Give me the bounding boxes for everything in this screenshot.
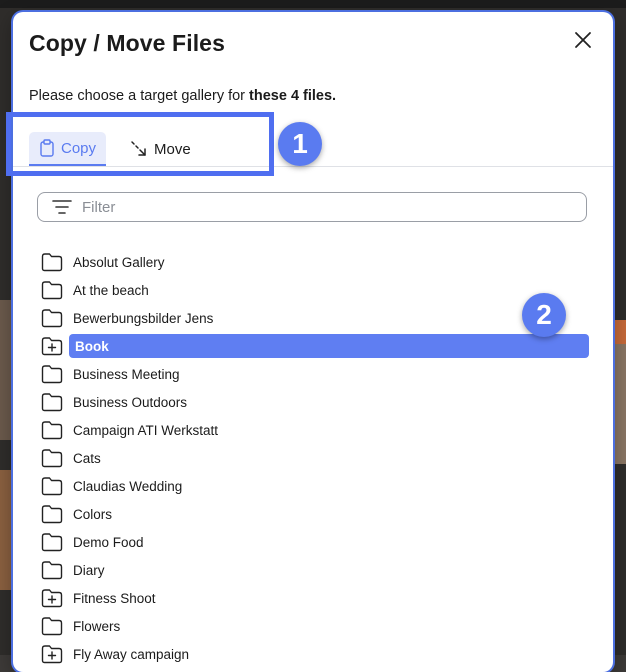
copy-move-dialog: Copy / Move Files Please choose a target… [13, 12, 613, 672]
background-photo-left-2 [0, 470, 13, 590]
folder-icon [41, 280, 63, 300]
folder-icon [41, 616, 63, 636]
folder-icon [41, 560, 63, 580]
gallery-item-label: Fitness Shoot [73, 590, 156, 606]
folder-icon [41, 392, 63, 412]
gallery-item[interactable]: Cats [41, 444, 589, 472]
gallery-item[interactable]: Absolut Gallery [41, 248, 589, 276]
dialog-title: Copy / Move Files [29, 30, 225, 56]
gallery-item[interactable]: Flowers [41, 612, 589, 640]
gallery-item-label: Demo Food [73, 534, 144, 550]
folder-plus-icon [41, 336, 63, 356]
gallery-item[interactable]: Bewerbungsbilder Jens [41, 304, 589, 332]
gallery-item-label: Cats [73, 450, 101, 466]
tab-copy[interactable]: Copy [29, 132, 106, 166]
folder-icon [41, 420, 63, 440]
gallery-item-label: Campaign ATI Werkstatt [73, 422, 219, 438]
tabs-divider [13, 166, 613, 167]
gallery-item[interactable]: At the beach [41, 276, 589, 304]
gallery-item-label: Claudias Wedding [73, 478, 183, 494]
folder-icon [41, 532, 63, 552]
gallery-item-label: Absolut Gallery [73, 254, 165, 270]
tab-copy-label: Copy [61, 139, 97, 157]
subtitle-file-count: these 4 files. [249, 88, 337, 104]
folder-plus-icon [41, 644, 63, 664]
subtitle-text: Please choose a target gallery for [29, 88, 250, 104]
folder-icon [41, 476, 63, 496]
folder-icon [41, 364, 63, 384]
clipboard-icon [39, 139, 55, 157]
folder-plus-icon [41, 588, 63, 608]
tab-move-label: Move [154, 140, 191, 158]
selected-row-highlight [69, 334, 589, 358]
gallery-item[interactable]: Business Outdoors [41, 388, 589, 416]
filter-input[interactable] [82, 198, 552, 216]
gallery-item[interactable]: Fitness Shoot [41, 584, 589, 612]
background-photo-left [0, 300, 13, 440]
background-photo-right [613, 320, 626, 344]
annotation-badge-1: 1 [278, 122, 322, 166]
gallery-item-label: Bewerbungsbilder Jens [73, 310, 214, 326]
gallery-item[interactable]: Colors [41, 500, 589, 528]
gallery-item-label: Fly Away campaign [73, 646, 190, 662]
gallery-item-label: Business Outdoors [73, 394, 188, 410]
filter-icon [52, 199, 72, 215]
gallery-item-label: At the beach [73, 282, 149, 298]
gallery-item-label: Business Meeting [73, 366, 180, 382]
gallery-item[interactable]: Business Meeting [41, 360, 589, 388]
gallery-item-label: Colors [73, 506, 113, 522]
gallery-item-label: Book [75, 338, 109, 354]
folder-icon [41, 308, 63, 328]
gallery-item[interactable]: Demo Food [41, 528, 589, 556]
folder-icon [41, 252, 63, 272]
gallery-item[interactable]: Diary [41, 556, 589, 584]
close-icon[interactable] [573, 30, 593, 50]
gallery-item-label: Flowers [73, 618, 121, 634]
filter-field[interactable] [37, 192, 587, 222]
gallery-item[interactable]: Fly Away campaign [41, 640, 589, 668]
folder-icon [41, 448, 63, 468]
gallery-item[interactable]: Campaign ATI Werkstatt [41, 416, 589, 444]
background-photo-right-2 [613, 344, 626, 464]
gallery-list: Absolut Gallery At the beach Bewerbungsbil… [41, 248, 589, 668]
folder-icon [41, 504, 63, 524]
move-arrow-icon [130, 140, 148, 158]
annotation-badge-2: 2 [522, 293, 566, 337]
dialog-subtitle: Please choose a target gallery for these… [29, 88, 336, 104]
background-bar [0, 0, 626, 8]
gallery-item-label: Diary [73, 562, 105, 578]
gallery-item[interactable]: Claudias Wedding [41, 472, 589, 500]
gallery-item[interactable]: Book [41, 332, 589, 360]
tab-move[interactable]: Move [128, 132, 191, 166]
